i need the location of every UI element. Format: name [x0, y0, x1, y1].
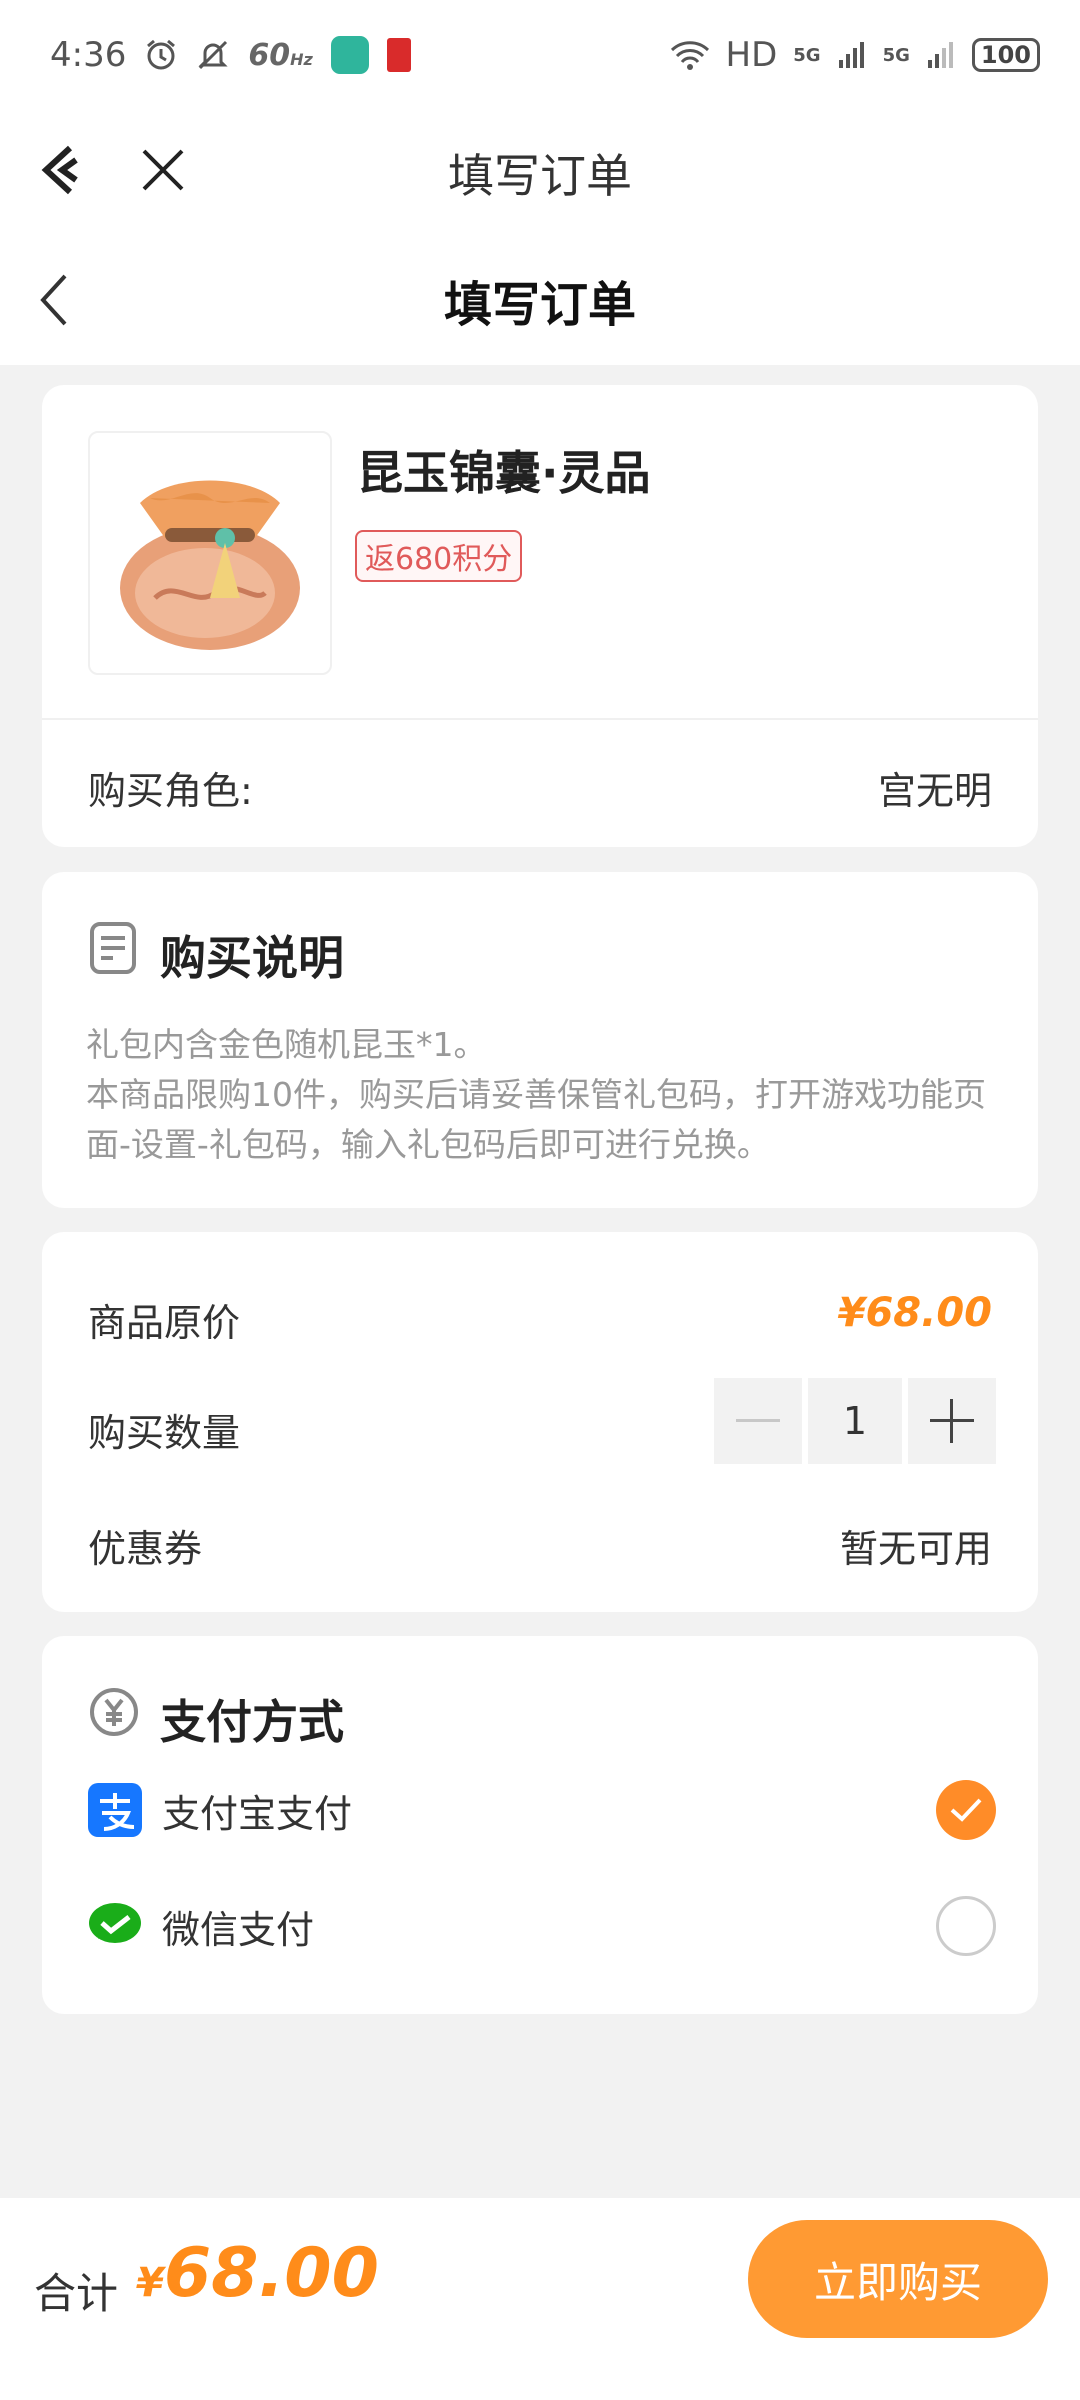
divider: [42, 718, 1038, 720]
checkmark-icon: [950, 1798, 982, 1822]
total-value: 68.00: [163, 2234, 379, 2313]
refresh-rate: 60Hz: [248, 37, 313, 73]
purchase-instructions-card: 购买说明 礼包内含金色随机昆玉*1。 本商品限购10件，购买后请妥善保管礼包码，…: [42, 872, 1038, 1208]
quantity-value[interactable]: 1: [808, 1378, 902, 1464]
radio-selected[interactable]: [936, 1780, 996, 1840]
instructions-text: 礼包内含金色随机昆玉*1。 本商品限购10件，购买后请妥善保管礼包码，打开游戏功…: [86, 1020, 992, 1170]
mute-bell-icon: [196, 38, 230, 72]
radio-unselected[interactable]: [936, 1896, 996, 1956]
points-badge: 返680积分: [355, 530, 523, 582]
signal-icon: [837, 40, 867, 70]
instructions-title: 购买说明: [160, 931, 344, 985]
product-card: 昆玉锦囊·灵品 返680积分 购买角色: 宫无明: [42, 385, 1038, 847]
quantity-label: 购买数量: [88, 1411, 241, 1455]
payment-method-card: 支付方式 支付宝支付 微信支付: [42, 1636, 1038, 2014]
total-label: 合计: [34, 2269, 119, 2318]
payment-label: 支付宝支付: [162, 1791, 353, 1836]
payment-option-wechat[interactable]: 微信支付: [88, 1886, 996, 1966]
total-amount: ¥68.00: [136, 2234, 379, 2313]
price-card: 商品原价 ¥68.00 购买数量 1 优惠券 暂无可用: [42, 1232, 1038, 1612]
sim2-type: 5G: [882, 44, 910, 66]
instructions-line: 本商品限购10件，购买后请妥善保管礼包码，打开游戏功能页面-设置-礼包码，输入礼…: [86, 1075, 986, 1164]
yuan-coin-icon: [88, 1686, 140, 1742]
status-time: 4:36: [50, 35, 127, 75]
currency-symbol: ¥: [136, 2260, 164, 2306]
mini-program-title: 填写订单: [448, 149, 632, 203]
coupon-label: 优惠券: [88, 1527, 203, 1571]
quantity-stepper: 1: [714, 1378, 996, 1464]
payment-option-alipay[interactable]: 支付宝支付: [88, 1770, 996, 1850]
checkout-bar: 合计 ¥68.00 立即购买: [0, 2198, 1080, 2400]
document-icon: [88, 920, 140, 976]
page-header: 填写订单: [0, 235, 1080, 365]
network-hd: HD: [725, 35, 778, 75]
alipay-icon: [88, 1783, 142, 1837]
product-image: [88, 431, 332, 675]
coupon-value[interactable]: 暂无可用: [840, 1518, 992, 1573]
increase-button[interactable]: [908, 1378, 996, 1464]
wifi-icon: [670, 39, 710, 71]
sim1-type: 5G: [793, 44, 821, 66]
original-price-label: 商品原价: [88, 1301, 241, 1345]
page-title: 填写订单: [443, 277, 636, 333]
buy-now-button[interactable]: 立即购买: [748, 2220, 1048, 2338]
product-name: 昆玉锦囊·灵品: [357, 446, 651, 500]
role-label: 购买角色:: [88, 769, 253, 813]
original-price-value: ¥68.00: [837, 1290, 992, 1336]
decrease-button[interactable]: [714, 1378, 802, 1464]
app-notification-icon: [330, 36, 369, 74]
mini-program-header: 填写订单: [0, 110, 1080, 235]
instructions-line: 礼包内含金色随机昆玉*1。: [86, 1025, 487, 1064]
payment-title: 支付方式: [160, 1695, 344, 1749]
signal-icon: [926, 40, 956, 70]
payment-label: 微信支付: [162, 1907, 315, 1952]
minus-icon: [736, 1419, 780, 1422]
plus-icon: [930, 1399, 974, 1443]
wechat-pay-icon: [88, 1899, 142, 1953]
pouch-icon: [120, 480, 300, 650]
status-bar: 4:36 60Hz HD 5G 5G 100: [0, 0, 1080, 110]
role-value[interactable]: 宫无明: [878, 760, 992, 815]
red-envelope-icon: [386, 38, 411, 72]
battery-icon: 100: [971, 38, 1040, 72]
alarm-icon: [144, 38, 178, 72]
